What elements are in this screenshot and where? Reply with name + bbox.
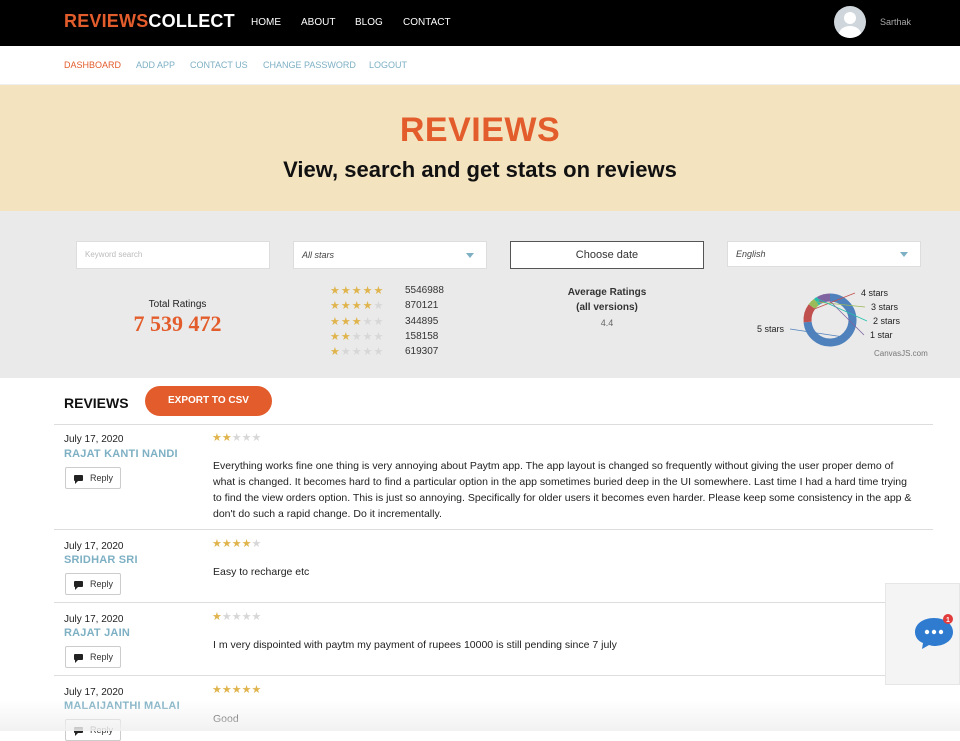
reviewer-name: RAJAT KANTI NANDI: [64, 448, 178, 460]
comment-icon: [74, 654, 83, 663]
donut-slice-label: 2 stars: [873, 316, 901, 326]
star-rating-icon: ★★★★★: [330, 331, 385, 343]
avatar[interactable]: [834, 6, 866, 38]
rating-count: 619307: [405, 346, 439, 357]
reviews-title: REVIEWS: [64, 395, 129, 411]
donut-slice-label: 1 star: [870, 330, 893, 340]
review-text: Everything works fine one thing is very …: [213, 460, 912, 520]
chevron-down-icon: [900, 252, 908, 257]
rating-count: 870121: [405, 300, 439, 311]
total-ratings-label: Total Ratings: [148, 299, 207, 310]
keyword-search-input[interactable]: Keyword search: [76, 241, 270, 269]
reply-label: Reply: [90, 473, 114, 483]
hero-banner: REVIEWS View, search and get stats on re…: [0, 85, 960, 211]
rating-count: 158158: [405, 331, 439, 342]
review-star-rating: ★★★★★: [212, 684, 262, 696]
review-date: July 17, 2020: [64, 687, 124, 698]
total-ratings-value: 7 539 472: [133, 311, 222, 336]
average-ratings-label-line1: Average Ratings: [567, 287, 647, 298]
donut-slice: [803, 304, 816, 323]
language-value: English: [736, 249, 766, 259]
chat-icon[interactable]: 1: [914, 614, 954, 650]
subnav-change-password-link[interactable]: CHANGE PASSWORD: [263, 60, 356, 70]
comment-icon: [74, 581, 83, 590]
stars-filter-select[interactable]: All stars: [293, 241, 487, 269]
export-csv-button[interactable]: EXPORT TO CSV: [145, 386, 272, 416]
average-ratings-value: 4.4: [600, 318, 614, 328]
rating-count: 5546988: [405, 285, 444, 296]
review-text: I m very dispointed with paytm my paymen…: [213, 639, 617, 651]
reply-button[interactable]: Reply: [65, 467, 121, 489]
sub-navbar: DASHBOARD ADD APP CONTACT US CHANGE PASS…: [0, 46, 960, 85]
reply-button[interactable]: Reply: [65, 573, 121, 595]
review-item: July 17, 2020 RAJAT JAIN Reply ★★★★★ I m…: [54, 602, 933, 676]
nav-home-link[interactable]: HOME: [251, 17, 281, 28]
reply-button[interactable]: Reply: [65, 646, 121, 668]
review-item: July 17, 2020 SRIDHAR SRI Reply ★★★★★ Ea…: [54, 529, 933, 603]
review-star-rating: ★★★★★: [212, 432, 262, 444]
average-ratings-label: Average Ratings (all versions): [560, 285, 654, 315]
average-ratings-label-line2: (all versions): [576, 302, 638, 313]
donut-slice-label: 3 stars: [871, 302, 899, 312]
star-rating-icon: ★★★★★: [330, 346, 385, 358]
review-item: July 17, 2020 MALAIJANTHI MALAI Reply ★★…: [54, 675, 933, 741]
donut-slice-label: 5 stars: [757, 324, 785, 334]
reply-label: Reply: [90, 579, 114, 589]
subnav-contact-us-link[interactable]: CONTACT US: [190, 60, 248, 70]
reviewer-name: RAJAT JAIN: [64, 627, 130, 639]
star-rating-icon: ★★★★★: [330, 316, 385, 328]
review-date: July 17, 2020: [64, 541, 124, 552]
reply-label: Reply: [90, 652, 114, 662]
username[interactable]: Sarthak: [880, 17, 911, 27]
review-date: July 17, 2020: [64, 434, 124, 445]
logo[interactable]: REVIEWSCOLLECT: [64, 11, 235, 32]
top-navbar: REVIEWSCOLLECT HOME ABOUT BLOG CONTACT S…: [0, 0, 960, 46]
nav-contact-link[interactable]: CONTACT: [403, 17, 451, 28]
stars-filter-value: All stars: [302, 250, 335, 260]
language-select[interactable]: English: [727, 241, 921, 267]
star-rating-icon: ★★★★★: [330, 300, 385, 312]
donut-slice: [808, 298, 819, 310]
review-star-rating: ★★★★★: [212, 611, 262, 623]
nav-about-link[interactable]: ABOUT: [301, 17, 335, 28]
review-text: Easy to recharge etc: [213, 566, 310, 578]
subnav-add-app-link[interactable]: ADD APP: [136, 60, 175, 70]
nav-blog-link[interactable]: BLOG: [355, 17, 383, 28]
subnav-logout-link[interactable]: LOGOUT: [369, 60, 407, 70]
review-item: July 17, 2020 RAJAT KANTI NANDI Reply ★★…: [54, 424, 933, 530]
star-rating-icon: ★★★★★: [330, 285, 385, 297]
reply-label: Reply: [90, 725, 114, 735]
comment-icon: [74, 475, 83, 484]
comment-icon: [74, 727, 83, 736]
chat-badge-count: 1: [946, 617, 950, 624]
page-title: REVIEWS: [399, 111, 561, 149]
subnav-dashboard-link[interactable]: DASHBOARD: [64, 60, 121, 70]
review-date: July 17, 2020: [64, 614, 124, 625]
logo-part-1: REVIEWS: [64, 11, 149, 31]
reviewer-name: MALAIJANTHI MALAI: [64, 700, 180, 712]
review-text: Good: [213, 713, 239, 725]
review-star-rating: ★★★★★: [212, 538, 262, 550]
donut-slice-label: 4 stars: [861, 288, 889, 298]
chart-credit[interactable]: CanvasJS.com: [874, 349, 928, 358]
chevron-down-icon: [466, 253, 474, 258]
choose-date-button[interactable]: Choose date: [510, 241, 704, 269]
reviewer-name: SRIDHAR SRI: [64, 554, 138, 566]
logo-part-2: COLLECT: [148, 11, 235, 31]
reviews-header: REVIEWS EXPORT TO CSV: [0, 378, 960, 425]
page-subtitle: View, search and get stats on reviews: [283, 157, 677, 182]
reply-button[interactable]: Reply: [65, 719, 121, 741]
rating-count: 344895: [405, 316, 439, 327]
